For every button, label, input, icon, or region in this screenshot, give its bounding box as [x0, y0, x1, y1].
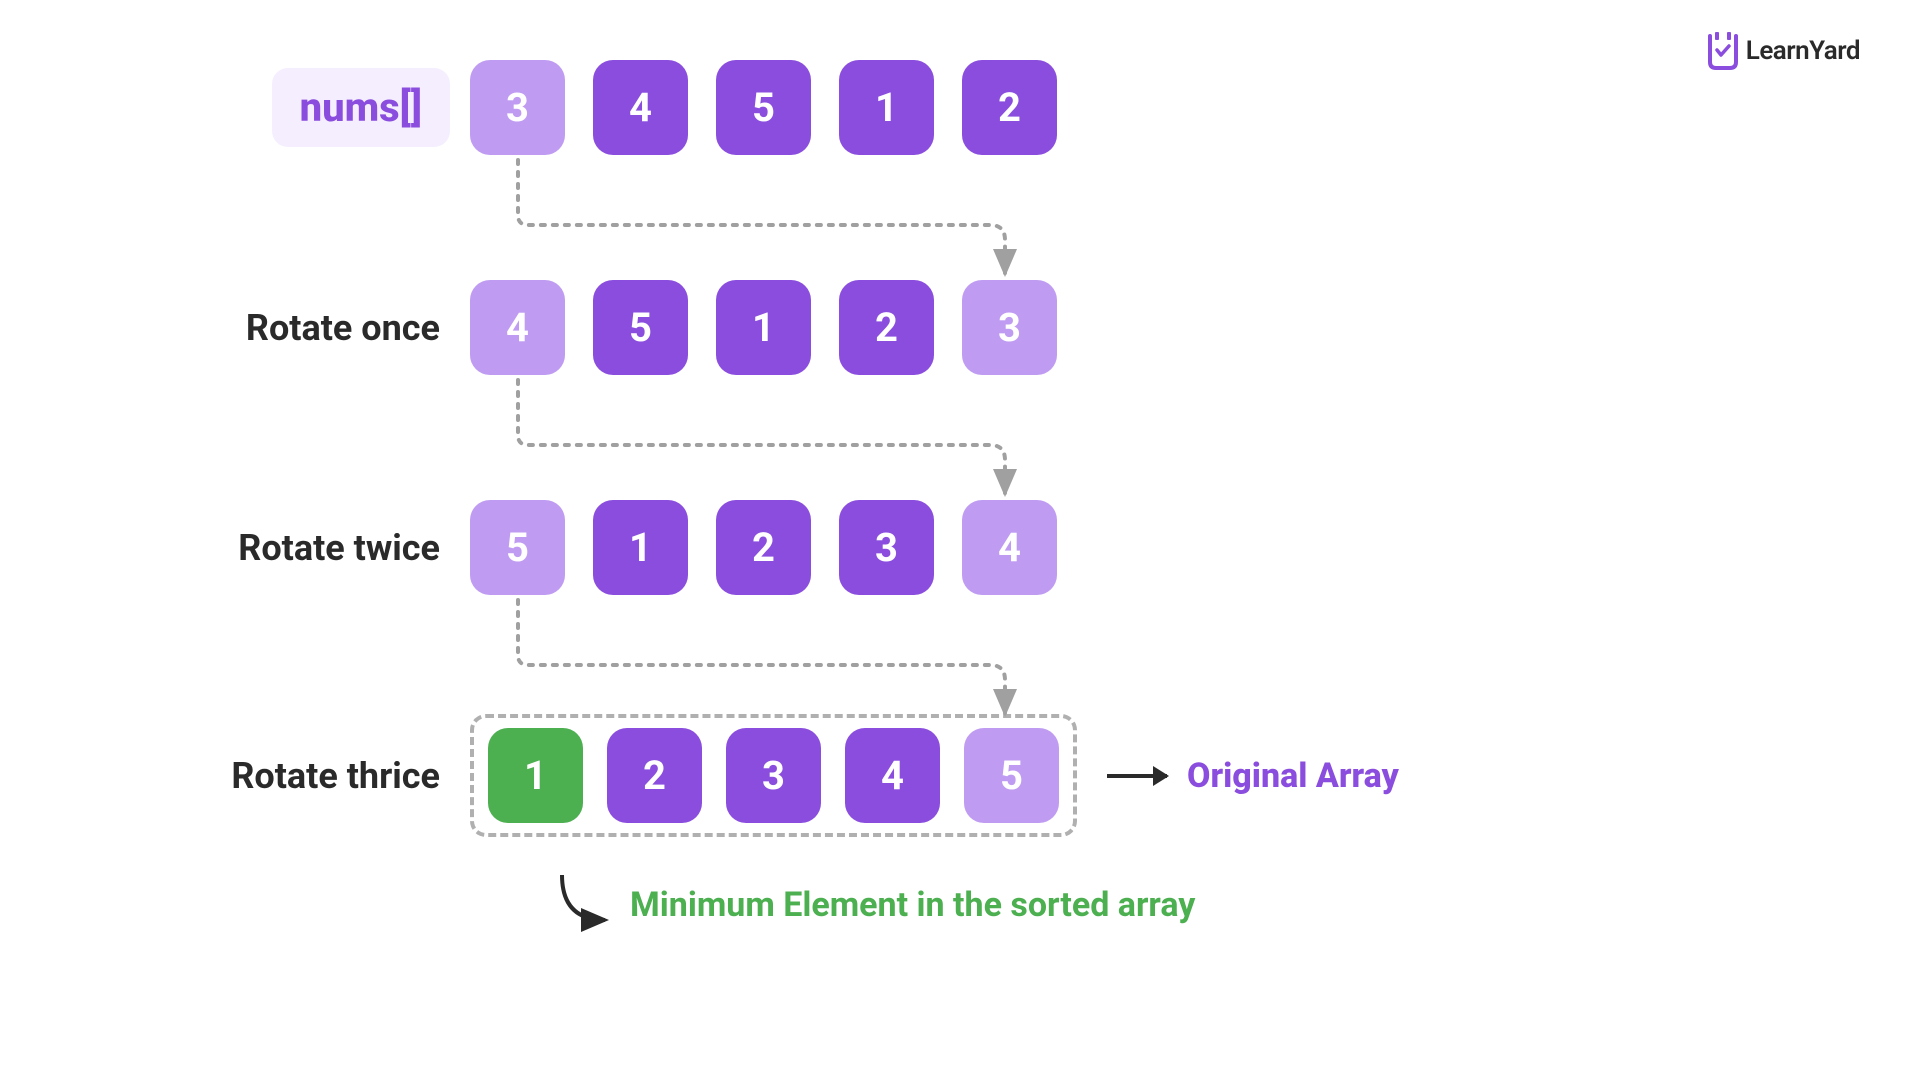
- array-box: 5: [470, 500, 565, 595]
- array-row-0: nums[] 3 4 5 1 2: [160, 60, 1399, 155]
- array-box: 1: [593, 500, 688, 595]
- diagram-container: nums[] 3 4 5 1 2 Rotate once 4 5 1 2 3 R…: [160, 60, 1399, 962]
- connector-arrow-2: [470, 375, 1170, 515]
- array-box: 1: [839, 60, 934, 155]
- minimum-element-label: Minimum Element in the sorted array: [630, 885, 1195, 925]
- array-box: 5: [593, 280, 688, 375]
- original-array-label: Original Array: [1187, 756, 1399, 796]
- nums-label: nums[]: [272, 68, 450, 147]
- array-box: 4: [845, 728, 940, 823]
- row-label-wrap: nums[]: [160, 68, 470, 147]
- array-row-1: Rotate once 4 5 1 2 3: [160, 280, 1399, 375]
- row-label: Rotate thrice: [160, 755, 470, 797]
- array-box: 1: [488, 728, 583, 823]
- original-array-annotation: Original Array: [1107, 756, 1399, 796]
- array-box: 5: [964, 728, 1059, 823]
- array-box: 3: [470, 60, 565, 155]
- row-label: Rotate twice: [160, 527, 470, 569]
- array-box: 1: [716, 280, 811, 375]
- logo-icon: [1706, 32, 1740, 70]
- box-group-1: 4 5 1 2 3: [470, 280, 1057, 375]
- row-label: Rotate once: [160, 307, 470, 349]
- box-group-2: 5 1 2 3 4: [470, 500, 1057, 595]
- logo-text: LearnYard: [1746, 36, 1860, 66]
- minimum-element-annotation: Minimum Element in the sorted array: [550, 870, 1195, 940]
- connector-arrow-1: [470, 155, 1170, 295]
- array-box: 5: [716, 60, 811, 155]
- dashed-box-group: 1 2 3 4 5: [470, 714, 1077, 837]
- array-box: 3: [726, 728, 821, 823]
- array-box: 4: [962, 500, 1057, 595]
- array-box: 2: [716, 500, 811, 595]
- curve-arrow-icon: [550, 870, 620, 940]
- array-box: 3: [962, 280, 1057, 375]
- array-box: 2: [962, 60, 1057, 155]
- array-row-2: Rotate twice 5 1 2 3 4: [160, 500, 1399, 595]
- array-box: 4: [593, 60, 688, 155]
- array-box: 4: [470, 280, 565, 375]
- array-box: 3: [839, 500, 934, 595]
- array-box: 2: [839, 280, 934, 375]
- array-box: 2: [607, 728, 702, 823]
- arrow-icon: [1107, 774, 1167, 778]
- logo: LearnYard: [1706, 32, 1860, 70]
- box-group-0: 3 4 5 1 2: [470, 60, 1057, 155]
- array-row-3: Rotate thrice 1 2 3 4 5 Original Array: [160, 714, 1399, 837]
